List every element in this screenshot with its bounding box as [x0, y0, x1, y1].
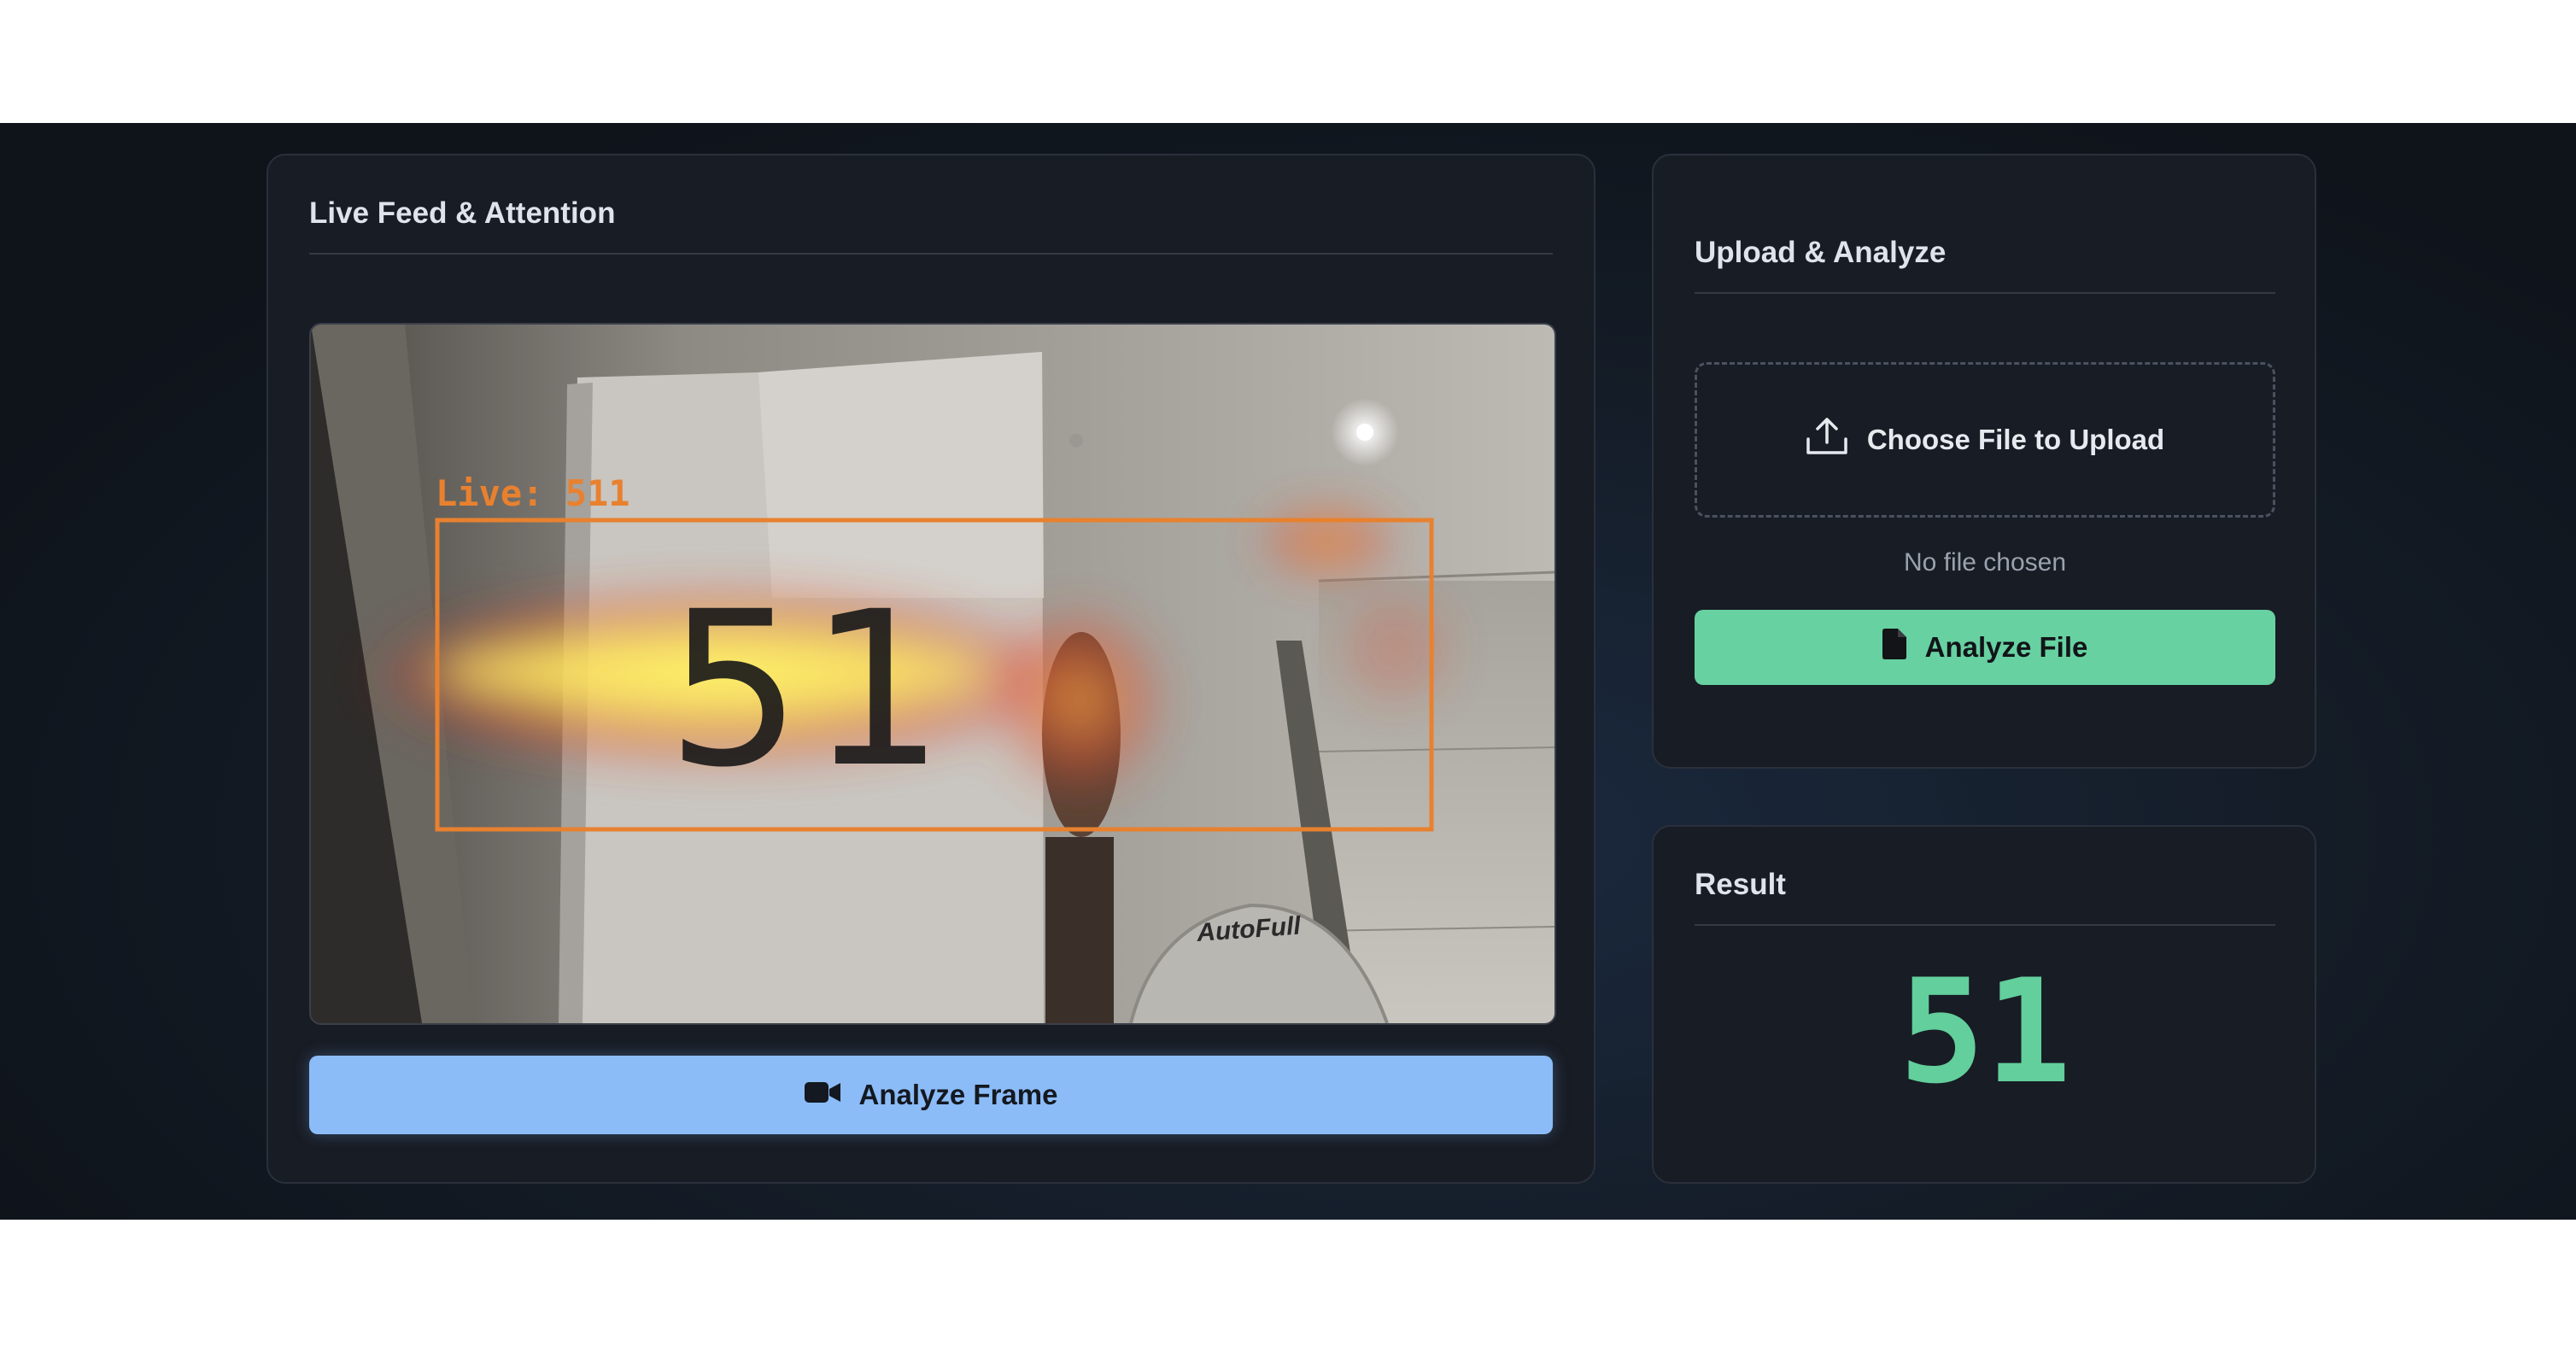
live-feed-divider	[309, 253, 1553, 255]
file-dropzone[interactable]: Choose File to Upload	[1695, 362, 2275, 518]
live-feed-card: Live Feed & Attention AutoFull 51 Live: …	[266, 154, 1595, 1184]
upload-icon	[1806, 417, 1848, 463]
live-feed-title: Live Feed & Attention	[309, 196, 616, 230]
analyze-file-label: Analyze File	[1924, 631, 2088, 663]
handwritten-digits: 51	[666, 565, 951, 814]
upload-title: Upload & Analyze	[1695, 236, 1947, 269]
upload-card: Upload & Analyze Choose File to Upload N…	[1652, 154, 2316, 769]
analyze-frame-button[interactable]: Analyze Frame	[309, 1056, 1553, 1134]
video-camera-icon	[804, 1079, 840, 1111]
result-card: Result 51	[1652, 825, 2316, 1184]
analyze-frame-label: Analyze Frame	[858, 1079, 1058, 1110]
result-divider	[1695, 924, 2275, 926]
file-status-text: No file chosen	[1903, 548, 2067, 577]
app-background: Live Feed & Attention AutoFull 51 Live: …	[0, 123, 2576, 1220]
file-icon	[1882, 629, 1906, 666]
dropzone-label: Choose File to Upload	[1866, 424, 2165, 455]
live-prediction-label: Live: 511	[436, 472, 630, 514]
result-title: Result	[1695, 868, 1786, 901]
analyze-file-button[interactable]: Analyze File	[1695, 610, 2275, 685]
result-value: 51	[1898, 948, 2072, 1115]
live-video-feed: AutoFull 51 Live: 511	[309, 323, 1556, 1025]
upload-divider	[1695, 292, 2275, 294]
